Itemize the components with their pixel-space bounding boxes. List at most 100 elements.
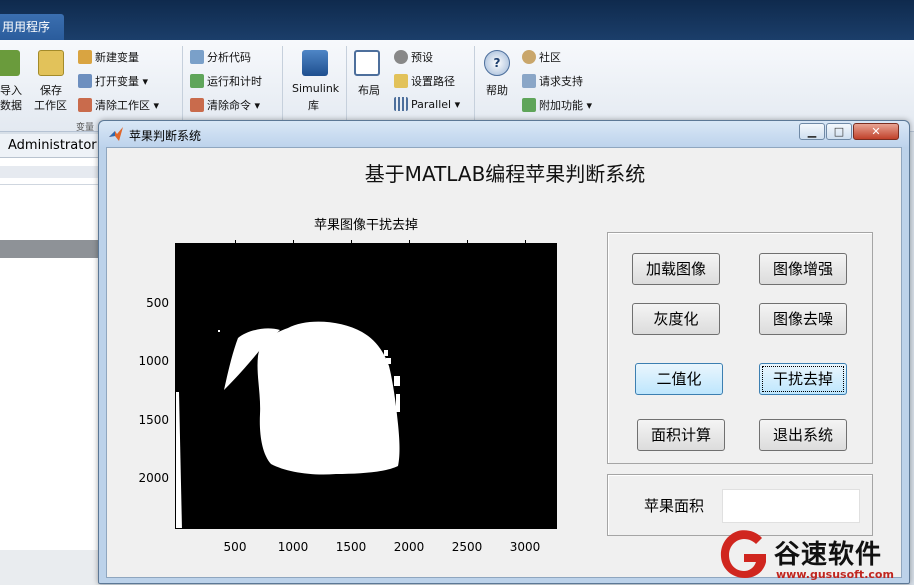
save-workspace-label-2[interactable]: 工作区 — [34, 97, 67, 113]
open-variable-icon — [78, 74, 92, 88]
load-image-button[interactable]: 加载图像 — [632, 253, 720, 285]
clear-workspace-icon — [78, 98, 92, 112]
analyze-code-icon — [190, 50, 204, 64]
simulink-icon[interactable] — [302, 50, 328, 76]
clear-commands-button[interactable]: 清除命令 ▾ — [190, 97, 260, 113]
import-data-label-2[interactable]: 数据 — [0, 97, 22, 113]
addons-label: 附加功能 — [539, 99, 583, 112]
current-folder-address[interactable]: Administrator — [0, 134, 100, 158]
preferences-label: 预设 — [411, 51, 433, 64]
x-tick-label: 1000 — [277, 540, 309, 554]
import-data-label-1[interactable]: 导入 — [0, 82, 22, 98]
y-tick-label: 500 — [146, 296, 169, 310]
window-title: 苹果判断系统 — [129, 129, 202, 143]
community-icon — [522, 50, 536, 64]
remove-interference-button[interactable]: 干扰去掉 — [759, 363, 847, 395]
save-workspace-icon[interactable] — [38, 50, 64, 76]
y-tick-label: 1500 — [138, 413, 169, 427]
panel-divider — [0, 184, 100, 185]
open-variable-label: 打开变量 — [95, 75, 139, 88]
axes-title: 苹果图像干扰去掉 — [313, 218, 418, 233]
watermark: 谷速软件 www.gususoft.com — [716, 528, 914, 585]
set-path-button[interactable]: 设置路径 — [394, 73, 455, 89]
parallel-icon — [394, 97, 408, 111]
close-button[interactable]: ✕ — [853, 123, 899, 140]
request-support-label: 请求支持 — [539, 75, 583, 88]
clear-commands-icon — [190, 98, 204, 112]
simulink-label-1[interactable]: Simulink — [292, 82, 339, 95]
tab-apps[interactable]: 用用程序 — [0, 14, 64, 40]
ribbon-separator — [182, 46, 183, 126]
figure-client-area: 基于MATLAB编程苹果判断系统 苹果图像干扰去掉 500 1000 1500 … — [106, 147, 902, 578]
apple-binary-image — [176, 244, 556, 528]
figure-main-title: 基于MATLAB编程苹果判断系统 — [364, 162, 646, 186]
figure-window: 苹果判断系统 ▁ □ ✕ 基于MATLAB编程苹果判断系统 苹果图像干扰去掉 5… — [98, 120, 910, 584]
save-workspace-label-1[interactable]: 保存 — [40, 82, 62, 98]
set-path-label: 设置路径 — [411, 75, 455, 88]
minimize-button[interactable]: ▁ — [799, 123, 825, 140]
y-tick-label: 1000 — [138, 354, 169, 368]
denoise-button[interactable]: 图像去噪 — [759, 303, 847, 335]
new-variable-label: 新建变量 — [95, 51, 139, 64]
panel-scrollbar — [0, 240, 100, 258]
x-tick-label: 2000 — [393, 540, 425, 554]
community-button[interactable]: 社区 — [522, 49, 561, 65]
matlab-title-bar: 用用程序 — [0, 0, 914, 40]
clear-commands-label: 清除命令 — [207, 99, 251, 112]
addons-plus-icon — [522, 98, 536, 112]
x-tick-label: 3000 — [509, 540, 541, 554]
run-and-time-button[interactable]: 运行和计时 — [190, 73, 262, 89]
support-icon — [522, 74, 536, 88]
apple-area-field[interactable] — [722, 489, 860, 523]
exit-system-button[interactable]: 退出系统 — [759, 419, 847, 451]
clear-workspace-label: 清除工作区 — [95, 99, 150, 112]
area-result-panel: 苹果面积 — [607, 474, 873, 536]
simulink-label-2[interactable]: 库 — [308, 97, 319, 113]
gususoft-logo-icon — [720, 530, 766, 578]
enhance-image-button[interactable]: 图像增强 — [759, 253, 847, 285]
community-label: 社区 — [539, 51, 561, 64]
new-variable-icon — [78, 50, 92, 64]
folder-icon — [394, 74, 408, 88]
run-and-time-label: 运行和计时 — [207, 75, 262, 88]
panel-row — [0, 166, 100, 178]
new-variable-button[interactable]: 新建变量 — [78, 49, 139, 65]
area-calc-button[interactable]: 面积计算 — [637, 419, 725, 451]
panel-bottom — [0, 550, 100, 585]
watermark-text: 谷速软件 — [774, 540, 883, 570]
layout-icon[interactable] — [354, 50, 380, 76]
clear-workspace-button[interactable]: 清除工作区 ▾ — [78, 97, 159, 113]
analyze-code-label: 分析代码 — [207, 51, 251, 64]
matlab-logo-icon — [109, 127, 123, 141]
ribbon-separator — [474, 46, 475, 126]
maximize-button[interactable]: □ — [826, 123, 852, 140]
parallel-button[interactable]: Parallel ▾ — [394, 97, 460, 111]
image-axes[interactable] — [175, 243, 557, 529]
gear-icon — [394, 50, 408, 64]
preferences-button[interactable]: 预设 — [394, 49, 433, 65]
analyze-code-button[interactable]: 分析代码 — [190, 49, 251, 65]
request-support-button[interactable]: 请求支持 — [522, 73, 583, 89]
y-tick-label: 2000 — [138, 471, 169, 485]
parallel-label: Parallel — [411, 98, 452, 111]
apple-area-label: 苹果面积 — [644, 497, 705, 515]
binarize-button[interactable]: 二值化 — [635, 363, 723, 395]
matlab-ribbon: 导入 数据 保存 工作区 新建变量 打开变量 ▾ 清除工作区 ▾ 变量 — [0, 40, 914, 133]
help-icon[interactable]: ? — [484, 50, 510, 76]
x-tick-label: 1500 — [335, 540, 367, 554]
grayscale-button[interactable]: 灰度化 — [632, 303, 720, 335]
x-tick-label: 500 — [223, 540, 247, 554]
watermark-url: www.gususoft.com — [776, 568, 894, 581]
open-variable-button[interactable]: 打开变量 ▾ — [78, 73, 148, 89]
ribbon-separator — [346, 46, 347, 126]
group-label-variable: 变量 — [76, 123, 95, 133]
run-and-time-icon — [190, 74, 204, 88]
window-title-bar[interactable]: 苹果判断系统 ▁ □ ✕ — [99, 121, 909, 147]
help-label[interactable]: 帮助 — [486, 82, 508, 98]
x-tick-label: 2500 — [451, 540, 483, 554]
addons-button[interactable]: 附加功能 ▾ — [522, 97, 592, 113]
import-data-icon[interactable] — [0, 50, 20, 76]
layout-label[interactable]: 布局 — [358, 82, 380, 98]
operations-panel: 加载图像 图像增强 灰度化 图像去噪 二值化 干扰去掉 面积计算 退出系统 — [607, 232, 873, 464]
ribbon-separator — [282, 46, 283, 126]
